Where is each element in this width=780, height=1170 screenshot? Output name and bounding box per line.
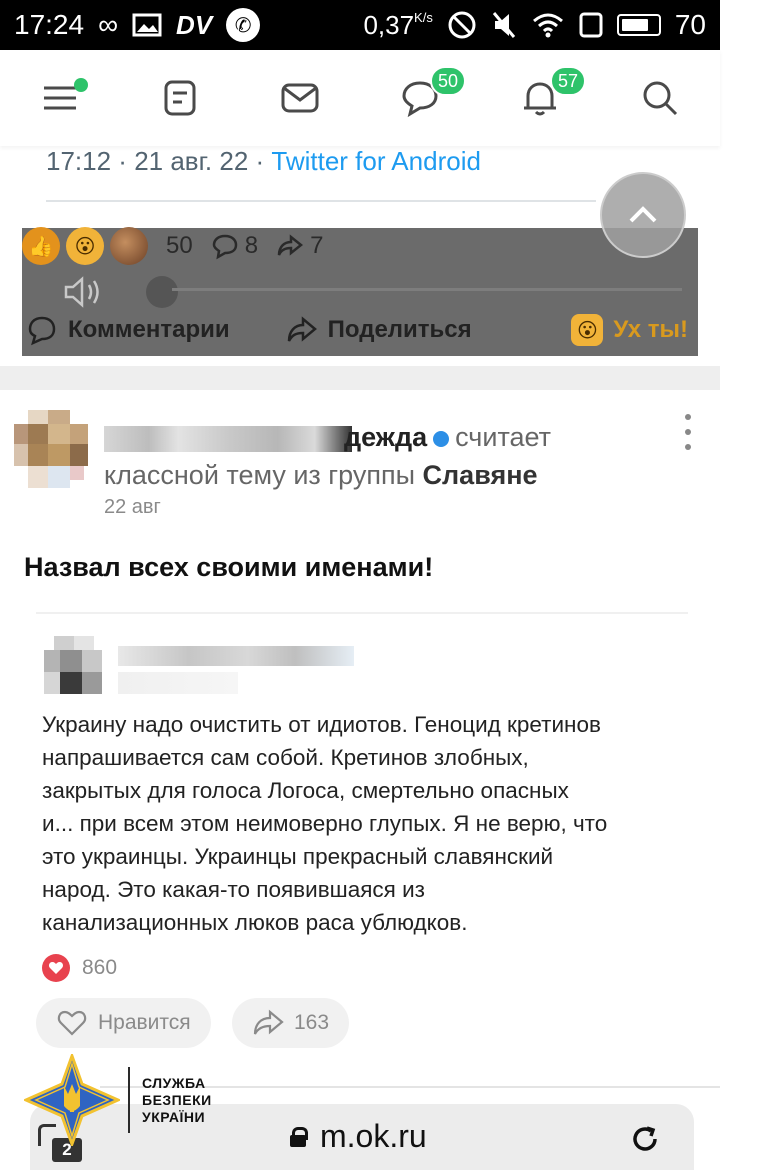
- reaction-summary: 👍 😮 50 8 7: [22, 227, 323, 265]
- tweet-source-link[interactable]: Twitter for Android: [271, 146, 481, 176]
- heart-icon: [42, 954, 70, 982]
- feed-separator: [0, 366, 720, 390]
- quote-line: канализационных люков раса ублюдков.: [42, 910, 468, 935]
- quote-line: Украину надо очистить от идиотов. Геноци…: [42, 712, 601, 737]
- top-navigation: 50 57: [0, 50, 720, 146]
- heart-outline-icon: [57, 1010, 87, 1036]
- thumbs-up-reaction-icon: 👍: [22, 227, 60, 265]
- tweet-meta: 17:12 · 21 авг. 22 · Twitter for Android: [46, 146, 481, 176]
- scroll-to-top-button[interactable]: [600, 172, 686, 258]
- wifi-icon: [531, 11, 565, 39]
- sbu-emblem-logo: [24, 1054, 120, 1146]
- comment-icon: [212, 234, 237, 260]
- feed-icon: [164, 80, 196, 116]
- battery-level: 70: [674, 9, 706, 40]
- quote-divider: [36, 612, 688, 614]
- group-link[interactable]: Славяне: [423, 460, 538, 490]
- kebab-dot: [685, 414, 691, 420]
- author-avatar[interactable]: [14, 410, 88, 488]
- screen-icon: [579, 12, 603, 38]
- sbu-watermark: СЛУЖБА БЕЗПЕКИ УКРАЇНИ: [24, 1054, 212, 1146]
- quote-line: закрытых для голоса Логоса, смертельно о…: [42, 778, 569, 803]
- feed-button[interactable]: [152, 70, 208, 126]
- network-speed: 0,37K/s: [363, 9, 433, 40]
- wow-reaction-button[interactable]: 😮 Ух ты!: [571, 314, 688, 346]
- post-header: дежда считает классной тему из группы Сла…: [104, 418, 664, 494]
- online-status-dot: [433, 430, 450, 447]
- notifications-badge: 57: [549, 66, 586, 96]
- divider: [46, 200, 596, 202]
- battery-icon: [616, 14, 661, 36]
- do-not-disturb-icon: [447, 10, 477, 40]
- mail-button[interactable]: [272, 70, 328, 126]
- sbu-name: СЛУЖБА БЕЗПЕКИ УКРАЇНИ: [142, 1074, 212, 1125]
- kebab-dot: [685, 444, 691, 450]
- share-arrow-icon: [253, 1009, 284, 1035]
- quote-line: это украинцы. Украинцы прекрасный славян…: [42, 844, 554, 869]
- search-button[interactable]: [632, 70, 688, 126]
- phone-call-icon: ✆: [226, 8, 261, 42]
- quote-author-name-blurred[interactable]: [118, 646, 354, 666]
- infinity-icon: ∞: [98, 9, 119, 40]
- sbu-divider: [128, 1067, 130, 1133]
- video-overlay: 👍 😮 50 8 7 Комментарии Поделиться 😮 Ух т…: [22, 227, 698, 356]
- tweet-date: 21 авг. 22: [134, 146, 249, 176]
- volume-icon: [64, 276, 99, 308]
- search-icon: [643, 81, 678, 116]
- discussions-badge: 50: [429, 66, 466, 96]
- comments-count-link[interactable]: 8: [211, 232, 258, 260]
- share-count-button[interactable]: 163: [232, 998, 350, 1048]
- post-more-menu-button[interactable]: [680, 414, 696, 450]
- quote-author-avatar[interactable]: [44, 636, 104, 696]
- url-display[interactable]: m.ok.ru: [290, 1118, 427, 1155]
- quote-line: напрашивается сам собой. Кретинов злобны…: [42, 745, 529, 770]
- share-arrow-icon: [287, 316, 317, 342]
- quote-subtitle-blurred: [118, 672, 238, 694]
- reload-icon: [633, 1126, 657, 1151]
- wow-reaction-icon: 😮: [66, 227, 104, 265]
- status-bar: 17:24 ∞ DV ✆ 0,37K/s 70: [0, 0, 720, 50]
- volume-slider-knob[interactable]: [146, 276, 178, 308]
- notifications-button[interactable]: 57: [512, 66, 586, 126]
- kebab-dot: [685, 429, 691, 435]
- reactions-count: 50: [166, 232, 193, 259]
- quote-line: и... при всем этом неимоверно глупых. Я …: [42, 811, 608, 836]
- tweet-time: 17:12: [46, 146, 112, 176]
- author-name-blurred[interactable]: [104, 425, 352, 452]
- menu-notification-dot: [74, 78, 88, 92]
- discussions-button[interactable]: 50: [392, 66, 466, 126]
- menu-button[interactable]: [32, 70, 88, 126]
- likes-summary[interactable]: 860: [42, 954, 117, 982]
- share-arrow-icon: [277, 234, 304, 256]
- lock-icon: [290, 1126, 308, 1147]
- comments-button[interactable]: Комментарии: [26, 314, 230, 346]
- post-title: Назвал всех своими именами!: [24, 552, 434, 582]
- author-name-visible[interactable]: дежда: [344, 422, 427, 452]
- quote-line: народ. Это какая-то появившаяся из: [42, 877, 425, 902]
- comment-icon: [28, 316, 56, 346]
- post-date: 22 авг: [104, 496, 161, 518]
- overlay-action-bar: Комментарии Поделиться 😮 Ух ты!: [22, 310, 698, 350]
- shares-count-link[interactable]: 7: [276, 232, 323, 260]
- volume-control[interactable]: [62, 274, 178, 310]
- quote-text: Украину надо очистить от идиотов. Геноци…: [42, 708, 692, 939]
- status-time: 17:24: [14, 9, 85, 40]
- share-button[interactable]: Поделиться: [286, 314, 472, 346]
- page-margin: [720, 0, 780, 1170]
- envelope-icon: [281, 83, 319, 113]
- likes-count: 860: [82, 956, 118, 979]
- volume-slider-track[interactable]: [172, 288, 682, 291]
- url-text: m.ok.ru: [320, 1118, 427, 1154]
- wow-face-icon: 😮: [571, 314, 604, 346]
- gallery-icon: [132, 12, 162, 38]
- chevron-up-icon: [629, 206, 657, 223]
- reactor-avatar: [110, 227, 148, 265]
- like-button[interactable]: Нравится: [36, 998, 211, 1048]
- dv-app-icon: DV: [176, 9, 213, 40]
- reload-button[interactable]: [630, 1124, 660, 1154]
- mute-icon: [491, 10, 517, 40]
